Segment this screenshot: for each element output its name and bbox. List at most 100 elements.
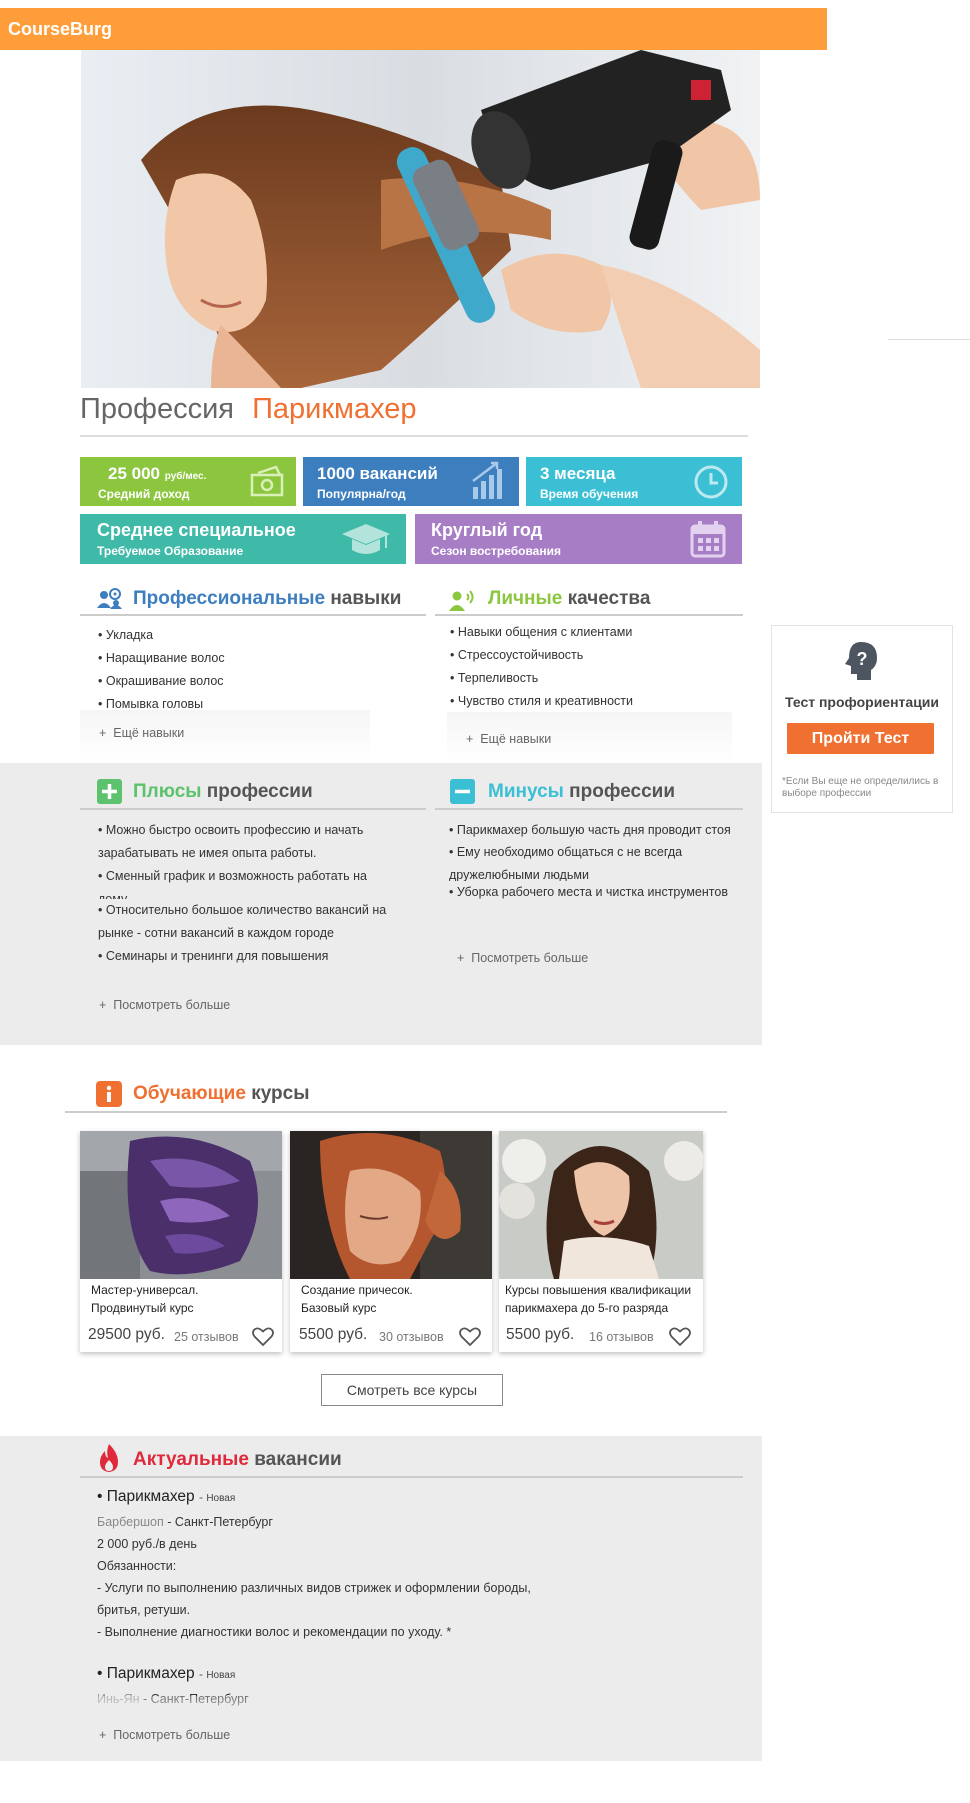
info-icon [96, 1081, 122, 1107]
all-courses-button[interactable]: Смотреть все курсы [321, 1374, 503, 1406]
section-title-courses: Обучающие курсы [133, 1083, 309, 1105]
stat-duration: 3 месяца Время обучения [526, 457, 742, 506]
section-title-vacancies: Актуальные вакансии [133, 1449, 342, 1471]
fire-icon [100, 1444, 118, 1472]
list-item: • Наращивание волос [98, 651, 225, 665]
heart-icon[interactable] [252, 1327, 274, 1347]
take-test-button[interactable]: Пройти Тест [787, 723, 934, 754]
section-divider [80, 808, 426, 810]
page-title: Профессия Парикмахер [80, 393, 417, 426]
new-badge: Новая [206, 1670, 236, 1681]
divider [888, 339, 970, 340]
cons-list: • Парикмахер большую часть дня проводит … [449, 819, 739, 939]
list-item: • Навыки общения с клиентами [450, 625, 633, 639]
title-rest: профессии [569, 781, 676, 802]
section-divider [80, 1476, 743, 1478]
title-accent: Минусы [488, 781, 564, 802]
course-price: 5500 руб. [299, 1326, 368, 1343]
list-item: • Терпеливость [450, 671, 539, 685]
test-note: *Если Вы еще не определились в выборе пр… [782, 776, 939, 799]
list-item: • Относительно большое количество ваканс… [98, 903, 387, 940]
pro-skills-more-link[interactable]: + Ещё навыки [99, 726, 184, 740]
course-card[interactable]: Создание причесок. Базовый курс 5500 руб.… [290, 1131, 492, 1352]
title-divider [80, 435, 748, 437]
list-item: • Сменный график и возможность работать … [98, 869, 367, 899]
stat-income: 25 000 руб/мес. Средний доход [80, 457, 296, 506]
vacancy-duties-label: Обязанности: [97, 1559, 177, 1573]
title-prefix: Профессия [80, 393, 234, 425]
course-price: 5500 руб. [506, 1326, 575, 1343]
stat-season: Круглый год Сезон востребования [415, 514, 742, 564]
svg-text:?: ? [857, 649, 868, 669]
title-accent: Профессиональные [133, 588, 326, 609]
stat-vacancies: 1000 вакансий Популярна/год [303, 457, 519, 506]
course-title-line2: Базовый курс [301, 1301, 377, 1315]
title-accent: Плюсы [133, 781, 202, 802]
brand-logo[interactable]: CourseBurg [8, 19, 112, 40]
vacancy-company: Барбершоп [97, 1515, 164, 1529]
vacancy-details: Барбершоп - Санкт-Петербург 2 000 руб./в… [97, 1511, 617, 1643]
vacancy-duty: - Выполнение диагностики волос и рекомен… [97, 1625, 452, 1639]
vacancies-more-link[interactable]: + Посмотреть больше [99, 1728, 230, 1742]
vacancy-title[interactable]: Парикмахер [107, 1488, 195, 1505]
heart-icon[interactable] [669, 1327, 691, 1347]
vacancy-title[interactable]: Парикмахер [107, 1665, 195, 1682]
title-rest: курсы [251, 1083, 310, 1104]
vacancy-city: Санкт-Петербург [174, 1515, 273, 1529]
stat-education: Среднее специальное Требуемое Образовани… [80, 514, 406, 564]
vacancy-item[interactable]: • Парикмахер - Новая [97, 1665, 235, 1683]
money-icon [250, 465, 284, 497]
list-item: • Укладка [98, 628, 154, 642]
list-item: • Чувство стиля и креативности [450, 694, 633, 708]
cons-more-link[interactable]: + Посмотреть больше [457, 951, 588, 965]
pros-more-link[interactable]: + Посмотреть больше [99, 998, 230, 1012]
calendar-icon [690, 521, 726, 558]
list-item: • Окрашивание волос [98, 674, 224, 688]
vacancy-duty: бритья, ретуши. [97, 1603, 191, 1617]
course-card[interactable]: Мастер-универсал. Продвинутый курс 29500 … [80, 1131, 282, 1352]
course-title-line2: парикмахера до 5-го разряда [505, 1301, 669, 1315]
course-reviews[interactable]: 25 отзывов [174, 1330, 239, 1344]
vacancy-salary: 2 000 руб./в день [97, 1537, 197, 1551]
personal-qualities-list: • Навыки общения с клиентами • Стрессоус… [450, 621, 740, 713]
list-item: • Семинары и тренинги для повышения [98, 949, 329, 963]
top-bar [0, 8, 827, 50]
section-title-pro-skills: Профессиональные навыки [133, 588, 401, 610]
list-item: • Парикмахер большую часть дня проводит … [449, 823, 731, 837]
pro-skills-list: • Укладка • Наращивание волос • Окрашива… [98, 624, 398, 716]
pros-list: • Можно быстро освоить профессию и начат… [98, 819, 398, 989]
course-title-line1: Мастер-универсал. [91, 1283, 199, 1297]
list-item: • Ему необходимо общаться с не всегда др… [449, 845, 683, 881]
question-head-icon: ? [845, 642, 877, 680]
section-divider [435, 808, 743, 810]
course-price: 29500 руб. [88, 1326, 165, 1343]
title-rest: профессии [206, 781, 313, 802]
section-divider [435, 614, 743, 616]
list-item: • Можно быстро освоить профессию и начат… [98, 823, 364, 860]
course-image [290, 1131, 492, 1279]
course-reviews[interactable]: 16 отзывов [589, 1330, 654, 1344]
vacancy-duty: - Услуги по выполнению различных видов с… [97, 1581, 531, 1595]
plus-icon [97, 779, 122, 804]
course-card[interactable]: Курсы повышения квалификации парикмахера … [499, 1131, 703, 1352]
title-accent: Личные [488, 588, 563, 609]
course-reviews[interactable]: 30 отзывов [379, 1330, 444, 1344]
new-badge: Новая [206, 1493, 236, 1504]
income-unit: руб/мес. [164, 471, 207, 482]
course-title-line2: Продвинутый курс [91, 1301, 194, 1315]
section-title-personal: Личные качества [488, 588, 650, 610]
list-item: • Уборка рабочего места и чистка инструм… [449, 885, 728, 899]
course-title-line1: Курсы повышения квалификации [505, 1283, 692, 1297]
fade-overlay [80, 1696, 640, 1720]
people-skills-icon [97, 588, 122, 609]
title-rest: навыки [330, 588, 402, 609]
vacancy-item[interactable]: • Парикмахер - Новая [97, 1488, 235, 1506]
title-profession: Парикмахер [252, 393, 417, 425]
bar-chart-icon [472, 461, 502, 499]
title-accent: Актуальные [133, 1449, 249, 1470]
personal-more-link[interactable]: + Ещё навыки [466, 732, 551, 746]
title-accent: Обучающие [133, 1083, 246, 1104]
heart-icon[interactable] [459, 1327, 481, 1347]
course-image [80, 1131, 282, 1279]
section-divider [80, 614, 426, 616]
